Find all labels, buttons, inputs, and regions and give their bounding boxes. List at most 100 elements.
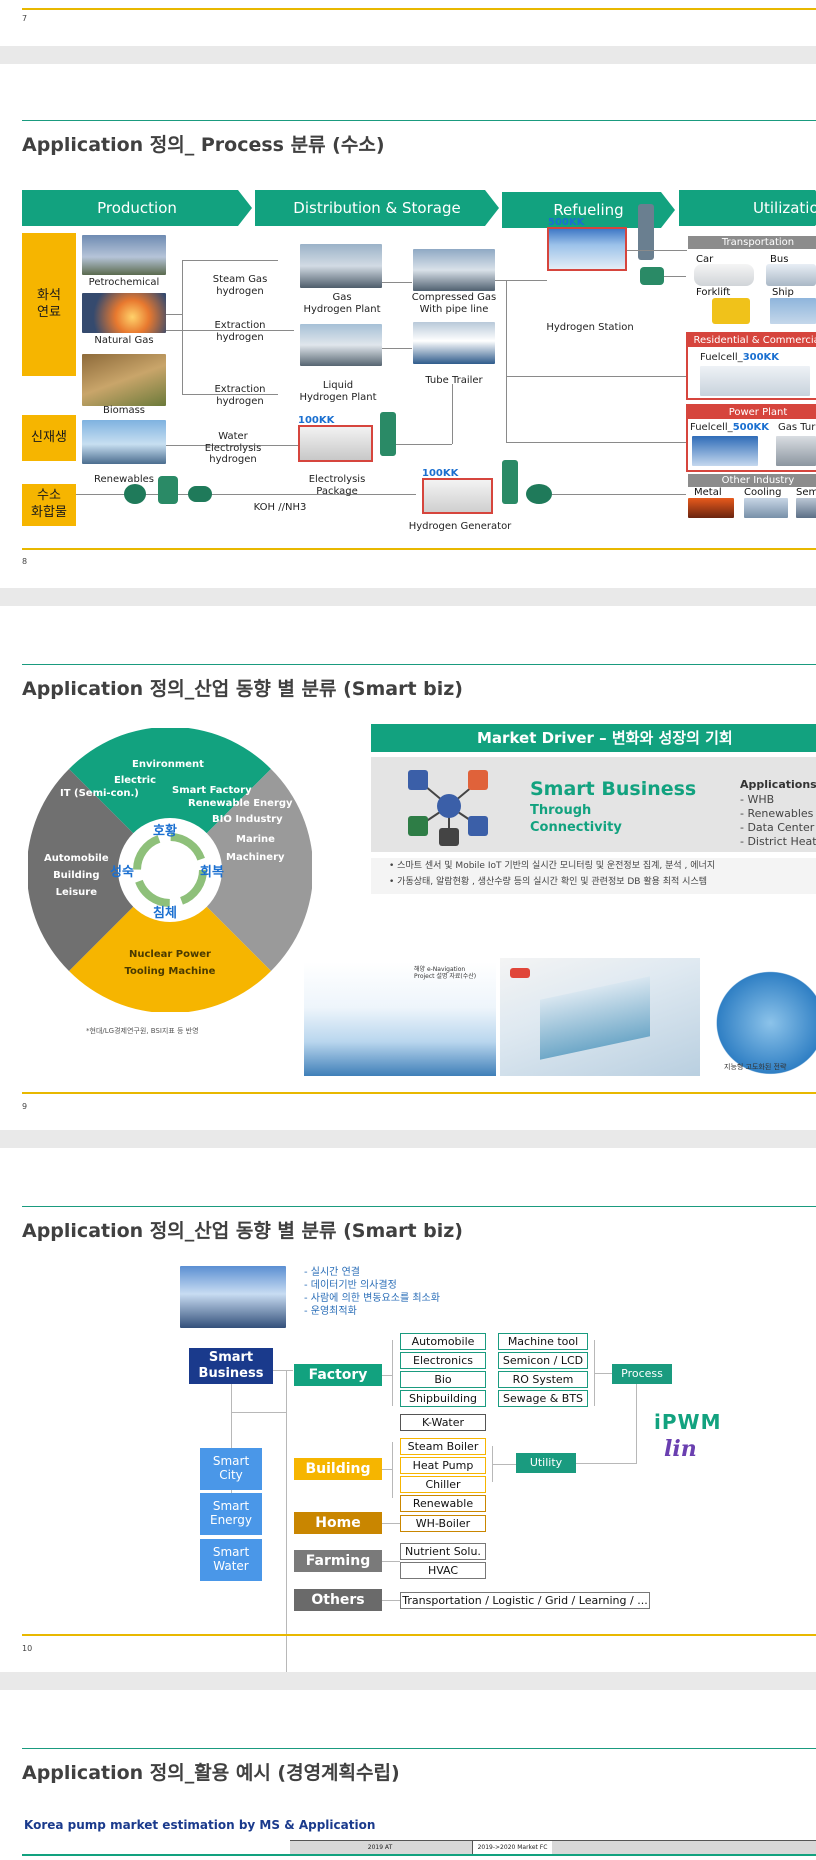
app-renewables: - Renewables bbox=[740, 807, 814, 820]
puzzle-left-labels: Automobile Building Leisure bbox=[44, 850, 109, 901]
slide-10: Application 정의_산업 동향 별 분류 (Smart biz) - … bbox=[0, 1148, 816, 1672]
cycle-recovery: 회복 bbox=[200, 865, 224, 880]
building-item-chiller: Chiller bbox=[400, 1476, 486, 1493]
natural-gas-label: Natural Gas bbox=[94, 335, 154, 346]
kwater-box: K-Water bbox=[400, 1414, 486, 1431]
cycle-recession: 침체 bbox=[153, 906, 177, 921]
pump-icon bbox=[502, 460, 518, 504]
divider bbox=[22, 8, 816, 10]
farming-item-hvac: HVAC bbox=[400, 1562, 486, 1579]
farming-item-nutrient: Nutrient Solu. bbox=[400, 1543, 486, 1560]
label-machinery: Machinery bbox=[226, 852, 285, 863]
city-tile bbox=[540, 976, 650, 1060]
metal-label: Metal bbox=[694, 487, 722, 498]
page-number: 8 bbox=[22, 557, 28, 566]
stage-production: Production bbox=[22, 190, 252, 226]
gas-plant-label: Gas Hydrogen Plant bbox=[303, 292, 381, 315]
ipwm-logo: iPWM bbox=[654, 1410, 722, 1434]
connector bbox=[452, 384, 453, 444]
factory-item-sewage: Sewage & BTS bbox=[498, 1390, 588, 1407]
gas-turbine-image bbox=[776, 436, 816, 466]
extraction-label-2: Extraction hydrogen bbox=[214, 384, 266, 407]
stage-distribution: Distribution & Storage bbox=[255, 190, 499, 226]
connector bbox=[382, 282, 412, 283]
bus-image bbox=[766, 264, 816, 286]
car-image bbox=[694, 264, 754, 286]
slide-7: 7 bbox=[0, 0, 816, 46]
building-item-steam-boiler: Steam Boiler bbox=[400, 1438, 486, 1455]
smart-business-through: Through bbox=[530, 803, 592, 818]
connector bbox=[506, 376, 686, 377]
koh-label: KOH //NH3 bbox=[253, 502, 307, 513]
factory-item-semicon: Semicon / LCD bbox=[498, 1352, 588, 1369]
label-it: IT (Semi-con.) bbox=[60, 788, 139, 799]
kk-label-power: 500KK bbox=[732, 422, 770, 433]
connector bbox=[495, 280, 547, 281]
label-automobile: Automobile bbox=[44, 853, 109, 864]
ship-label: Ship bbox=[772, 287, 794, 298]
tree-line bbox=[576, 1463, 636, 1464]
hydrogen-generator-label: Hydrogen Generator bbox=[408, 521, 512, 532]
gas-plant-image bbox=[300, 244, 382, 288]
factory-item-electronics: Electronics bbox=[400, 1352, 486, 1369]
category-factory: Factory bbox=[294, 1364, 382, 1386]
home-item-wh-boiler: WH-Boiler bbox=[400, 1515, 486, 1532]
natural-gas-image bbox=[82, 293, 166, 333]
category-building: Building bbox=[294, 1458, 382, 1480]
table-header-forecast: 2019->2020 Market FC bbox=[472, 1841, 552, 1855]
petrochemical-label: Petrochemical bbox=[88, 277, 160, 288]
pump-icon bbox=[124, 484, 146, 504]
utility-box: Utility bbox=[516, 1453, 576, 1473]
tube-trailer-image bbox=[413, 322, 495, 364]
tree-line bbox=[382, 1600, 400, 1601]
lin-logo: lin bbox=[664, 1436, 697, 1462]
connector bbox=[664, 276, 686, 277]
steam-gas-label: Steam Gas hydrogen bbox=[212, 274, 268, 297]
connector bbox=[182, 260, 278, 261]
cooling-image bbox=[744, 498, 788, 518]
tree-line bbox=[492, 1464, 516, 1465]
hydrogen-station-image bbox=[547, 227, 627, 271]
slide-title: Application 정의_산업 동향 별 분류 (Smart biz) bbox=[22, 678, 463, 700]
residential-fuelcell-label: Fuelcell_300KK bbox=[700, 352, 780, 363]
puzzle-bottom-labels: Nuclear Power Tooling Machine bbox=[120, 946, 220, 980]
title-rule bbox=[22, 1206, 816, 1207]
transportation-header: Transportation bbox=[688, 236, 816, 249]
page-number: 7 bbox=[22, 14, 28, 23]
electrolysis-package-label: Electrolysis Package bbox=[308, 474, 366, 497]
stage-utilization: Utilization bbox=[679, 190, 816, 226]
e-navigation-image: 해양 e-Navigation Project 설명 자료(수산) bbox=[304, 962, 496, 1076]
other-industry-header: Other Industry bbox=[688, 474, 816, 487]
applications-title: Applications bbox=[740, 778, 816, 791]
tree-line bbox=[382, 1561, 400, 1562]
table-rule bbox=[22, 1854, 816, 1856]
connector bbox=[552, 494, 686, 495]
label-nuclear-power: Nuclear Power bbox=[129, 949, 211, 960]
pump-icon bbox=[640, 267, 664, 285]
slide-title: Application 정의_활용 예시 (경영계획수립) bbox=[22, 1762, 400, 1784]
forklift-label: Forklift bbox=[696, 287, 731, 298]
connector bbox=[627, 250, 687, 251]
table-header-2019: 2019 AT bbox=[367, 1844, 393, 1851]
pump-icon bbox=[188, 486, 212, 502]
pump-icon bbox=[380, 412, 396, 456]
home-item-renewable: Renewable bbox=[400, 1495, 486, 1512]
liquid-plant-image bbox=[300, 324, 382, 366]
tree-line bbox=[636, 1384, 637, 1464]
renewables-label: Renewables bbox=[94, 474, 154, 485]
power-plant-fuelcell-label: Fuelcell_500KK bbox=[690, 422, 770, 433]
connector bbox=[506, 442, 686, 443]
divider bbox=[22, 1634, 816, 1636]
water-electrolysis-label: Water Electrolysis hydrogen bbox=[204, 431, 262, 465]
others-item: Transportation / Logistic / Grid / Learn… bbox=[400, 1592, 650, 1609]
puzzle-footnote: *현대/LG경제연구원, BSI지표 등 반영 bbox=[86, 1027, 199, 1035]
e-navigation-caption: 해양 e-Navigation Project 설명 자료(수산) bbox=[414, 966, 477, 981]
pump-icon bbox=[158, 476, 178, 504]
semi-label: Semi bbox=[796, 487, 816, 498]
cooling-label: Cooling bbox=[744, 487, 782, 498]
factory-item-machine-tool: Machine tool bbox=[498, 1333, 588, 1350]
divider bbox=[22, 548, 816, 550]
smart-city-box: Smart City bbox=[200, 1448, 262, 1490]
compressed-gas-label: Compressed Gas With pipe line bbox=[411, 292, 497, 315]
table-header-row: 2019 AT 2019->2020 Market FC bbox=[290, 1840, 816, 1855]
